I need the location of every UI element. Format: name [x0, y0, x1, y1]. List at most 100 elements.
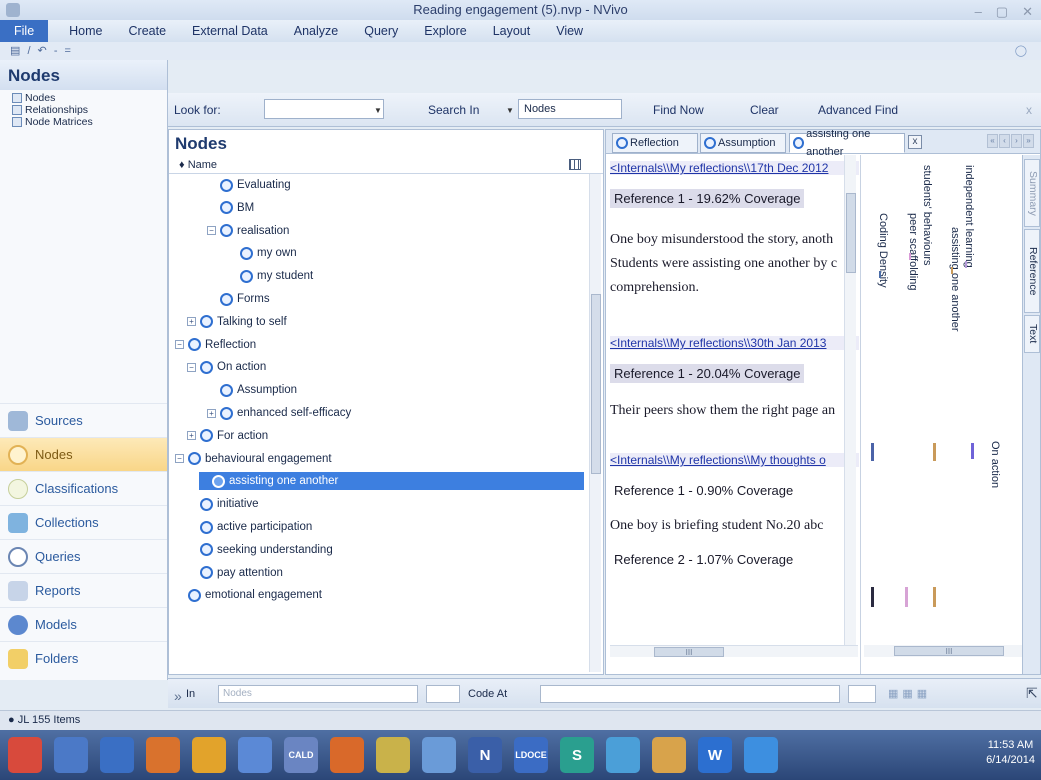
density-stripe[interactable]: [871, 587, 874, 607]
taskbar-app-icon[interactable]: W: [698, 737, 732, 773]
scroll-thumb[interactable]: III: [894, 646, 1004, 656]
node-row[interactable]: initiative: [187, 495, 259, 513]
taskbar-app-icon[interactable]: [146, 737, 180, 773]
last-tab-icon[interactable]: »: [1023, 134, 1034, 148]
stripes-horizontal-scrollbar[interactable]: III: [864, 645, 1024, 657]
collapse-icon[interactable]: −: [175, 340, 184, 350]
source-link[interactable]: <Internals\\My reflections\\30th Jan 201…: [610, 336, 859, 350]
clock[interactable]: 11:53 AM 6/14/2014: [986, 738, 1035, 768]
node-row[interactable]: active participation: [187, 518, 312, 536]
close-tab-icon[interactable]: x: [908, 135, 922, 149]
advanced-find-button[interactable]: Advanced Find: [818, 103, 898, 117]
nav-tree-item-nodes[interactable]: Nodes: [12, 92, 167, 104]
scroll-thumb[interactable]: III: [654, 647, 724, 657]
node-row[interactable]: my own: [227, 244, 297, 262]
name-column-header[interactable]: ♦ Name: [169, 156, 603, 174]
tab-reflection[interactable]: Reflection: [612, 133, 698, 153]
node-row[interactable]: − Reflection: [175, 336, 256, 354]
node-row[interactable]: − On action: [187, 358, 266, 376]
clear-button[interactable]: Clear: [750, 103, 779, 117]
menu-explore[interactable]: Explore: [411, 24, 479, 38]
taskbar-app-icon[interactable]: [54, 737, 88, 773]
node-row[interactable]: emotional engagement: [175, 586, 322, 604]
next-tab-icon[interactable]: ›: [1011, 134, 1022, 148]
collapse-icon[interactable]: −: [175, 454, 184, 464]
node-row[interactable]: + enhanced self-efficacy: [207, 404, 351, 422]
coding-stripe[interactable]: [933, 443, 936, 461]
density-stripe[interactable]: [871, 443, 874, 461]
source-link[interactable]: <Internals\\My reflections\\My thoughts …: [610, 453, 859, 467]
node-row[interactable]: seeking understanding: [187, 541, 333, 559]
collapse-icon[interactable]: −: [207, 226, 216, 236]
coding-stripe[interactable]: [905, 587, 908, 607]
scroll-thumb[interactable]: [846, 193, 856, 273]
coding-stripe[interactable]: [971, 443, 974, 459]
taskbar-app-icon[interactable]: [330, 737, 364, 773]
close-find-bar-icon[interactable]: x: [1026, 103, 1032, 117]
taskbar-app-icon[interactable]: N: [468, 737, 502, 773]
nav-button-reports[interactable]: Reports: [0, 573, 167, 607]
node-row[interactable]: Evaluating: [207, 176, 291, 194]
expand-icon[interactable]: +: [207, 408, 216, 418]
first-tab-icon[interactable]: «: [987, 134, 998, 148]
nav-tree-item-relationships[interactable]: Relationships: [12, 104, 167, 116]
menu-layout[interactable]: Layout: [480, 24, 544, 38]
tab-summary[interactable]: Summary: [1024, 159, 1040, 227]
menu-file[interactable]: File: [0, 20, 49, 42]
tab-assumption[interactable]: Assumption: [700, 133, 786, 153]
content-horizontal-scrollbar[interactable]: III: [610, 645, 858, 657]
scroll-thumb[interactable]: [591, 294, 601, 474]
tab-assisting-one-another[interactable]: assisting one another: [789, 130, 905, 158]
taskbar-app-icon[interactable]: S: [560, 737, 594, 773]
in-dropdown[interactable]: Nodes: [218, 685, 418, 703]
pointer-icon[interactable]: ⇱: [1026, 685, 1038, 702]
search-in-field[interactable]: Nodes: [518, 99, 622, 119]
nav-button-folders[interactable]: Folders: [0, 641, 167, 675]
stripe-label-independent-learning[interactable]: independent learning: [963, 165, 975, 268]
node-row[interactable]: my student: [227, 267, 313, 285]
node-row[interactable]: pay attention: [187, 564, 283, 582]
taskbar-app-icon[interactable]: [422, 737, 456, 773]
taskbar-app-icon[interactable]: [376, 737, 410, 773]
maximize-icon[interactable]: ▢: [996, 2, 1008, 22]
nav-button-models[interactable]: Models: [0, 607, 167, 641]
node-row[interactable]: − realisation: [207, 222, 289, 240]
taskbar-app-icon[interactable]: [192, 737, 226, 773]
help-icon[interactable]: ◯: [1015, 42, 1029, 60]
menu-create[interactable]: Create: [116, 24, 180, 38]
grid-view-icon[interactable]: [569, 159, 581, 170]
expand-codebar-icon[interactable]: »: [174, 688, 182, 704]
in-browse-button[interactable]: [426, 685, 460, 703]
coding-action-icons[interactable]: ▦▦▦: [888, 687, 931, 700]
taskbar-app-icon[interactable]: [8, 737, 42, 773]
nav-button-queries[interactable]: Queries: [0, 539, 167, 573]
code-at-browse-button[interactable]: [848, 685, 876, 703]
taskbar-app-icon[interactable]: [606, 737, 640, 773]
stripe-label-peer-scaffolding[interactable]: peer scaffolding: [907, 213, 919, 290]
tab-text[interactable]: Text: [1024, 315, 1040, 353]
nav-tree-item-node-matrices[interactable]: Node Matrices: [12, 116, 167, 128]
taskbar-app-icon[interactable]: [100, 737, 134, 773]
minimize-icon[interactable]: –: [975, 2, 982, 22]
previous-tab-icon[interactable]: ‹: [999, 134, 1010, 148]
code-at-dropdown[interactable]: [540, 685, 840, 703]
menu-external-data[interactable]: External Data: [179, 24, 281, 38]
nvivo-app-icon[interactable]: [6, 3, 20, 17]
node-row[interactable]: − behavioural engagement: [175, 450, 332, 468]
collapse-icon[interactable]: −: [187, 362, 196, 372]
stripe-label-assisting-one-another[interactable]: assisting one another: [949, 227, 961, 332]
node-row[interactable]: + For action: [187, 427, 268, 445]
search-in-dropdown-icon[interactable]: ▼: [506, 106, 514, 115]
menu-query[interactable]: Query: [351, 24, 411, 38]
tab-reference[interactable]: Reference: [1024, 229, 1040, 313]
coding-stripe[interactable]: [933, 587, 936, 607]
look-for-dropdown-icon[interactable]: ▼: [374, 106, 382, 115]
nav-button-nodes[interactable]: Nodes: [0, 437, 167, 471]
node-row[interactable]: + Talking to self: [187, 313, 287, 331]
nav-button-sources[interactable]: Sources: [0, 403, 167, 437]
look-for-input[interactable]: [264, 99, 384, 119]
node-row[interactable]: assisting one another: [199, 472, 584, 491]
expand-icon[interactable]: +: [187, 431, 196, 441]
close-icon[interactable]: ✕: [1022, 2, 1033, 22]
expand-icon[interactable]: +: [187, 317, 196, 327]
